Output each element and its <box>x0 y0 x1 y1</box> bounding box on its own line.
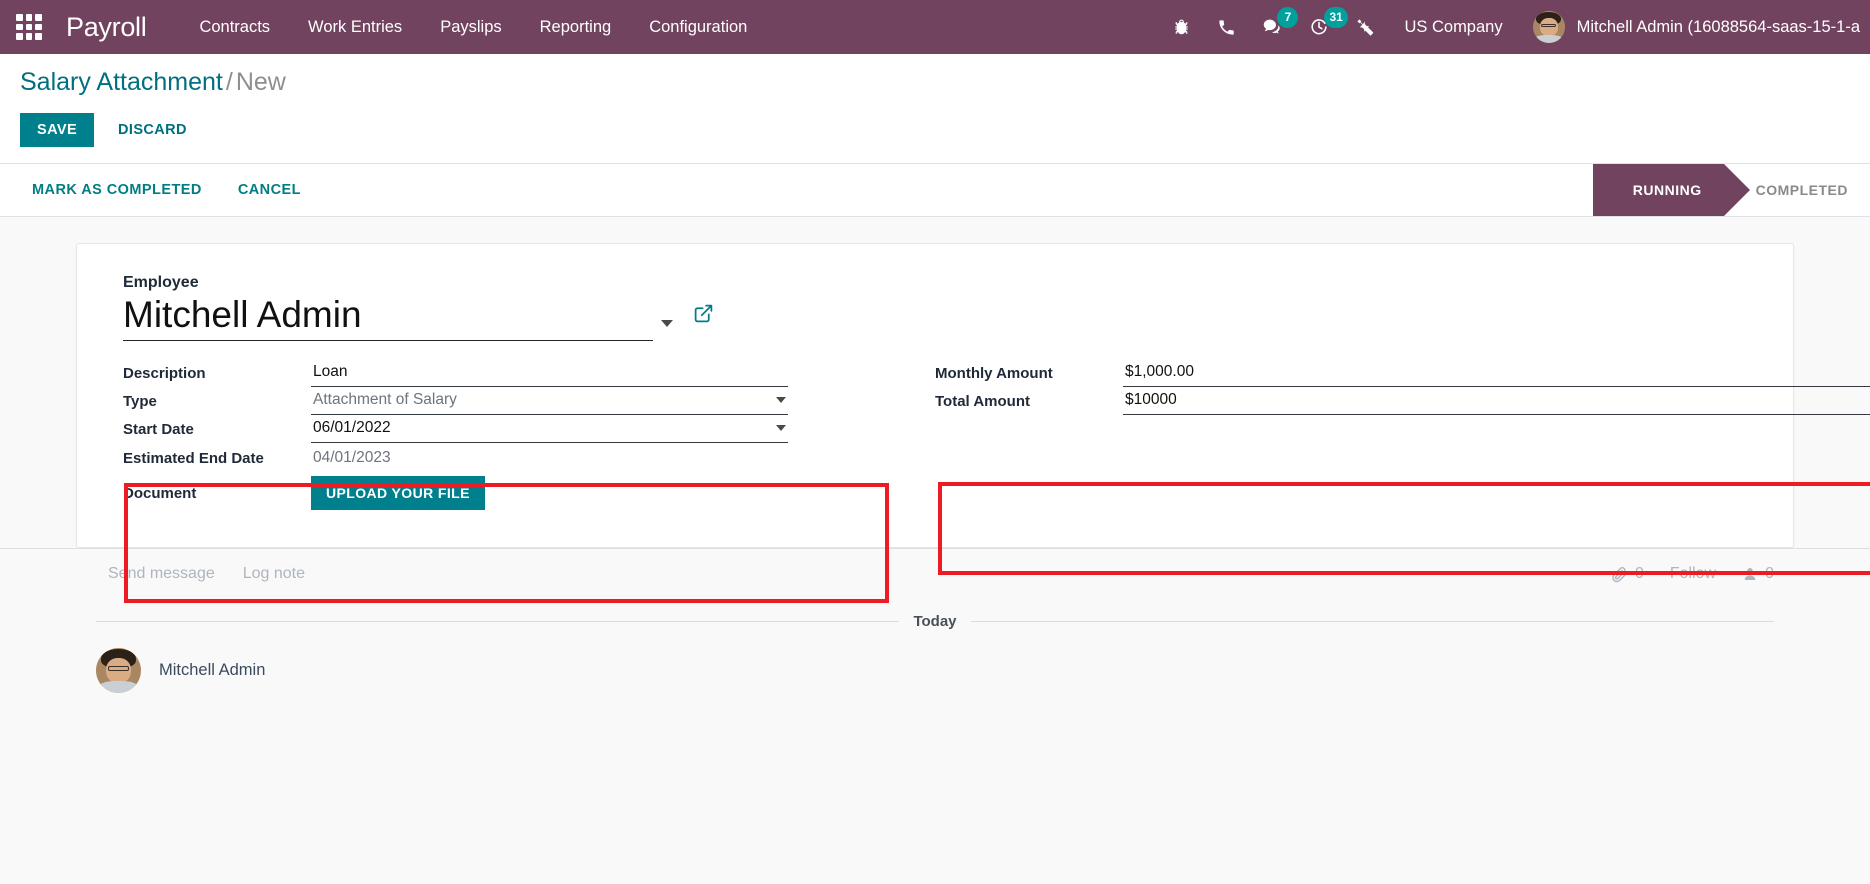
form-left-column: Description Type Attachment of Salary <box>123 359 935 603</box>
messages-icon[interactable]: 7 <box>1249 0 1299 54</box>
tools-icon[interactable] <box>1342 0 1388 54</box>
navbar-systray: 7 31 US Company Mitchell Admin (16088564… <box>1159 0 1870 54</box>
discard-button[interactable]: DISCARD <box>112 113 193 147</box>
chatter-actions: Send message Log note <box>46 565 305 583</box>
estimated-end-date-label: Estimated End Date <box>123 449 264 467</box>
field-row-estimated-end-date: Estimated End Date 04/01/2023 <box>123 443 788 473</box>
save-button[interactable]: SAVE <box>20 113 95 147</box>
main-menu: Contracts Work Entries Payslips Reportin… <box>180 0 766 54</box>
date-divider-today: Today <box>46 613 1824 630</box>
breadcrumb: Salary Attachment / New <box>20 68 1850 101</box>
type-value: Attachment of Salary <box>313 391 457 408</box>
start-date-value: 06/01/2022 <box>313 419 391 436</box>
employee-input[interactable] <box>123 294 653 340</box>
messages-badge: 7 <box>1277 7 1299 28</box>
type-select[interactable]: Attachment of Salary <box>311 387 788 415</box>
menu-item-payslips[interactable]: Payslips <box>421 0 520 54</box>
form-sheet: Employee Mitchell Admin Description Loan… <box>76 243 1870 603</box>
chatter-meta: 0 Follow 0 <box>1611 565 1824 583</box>
field-row-description: Description <box>123 359 788 387</box>
estimated-end-date-value: 04/01/2023 <box>313 449 391 466</box>
cancel-button[interactable]: CANCEL <box>236 178 303 202</box>
avatar <box>1532 11 1565 43</box>
paperclip-icon <box>1611 566 1628 583</box>
field-row-monthly-amount: Monthly Amount <box>935 359 1870 387</box>
employee-label: Employee <box>123 274 199 291</box>
menu-item-reporting[interactable]: Reporting <box>521 0 631 54</box>
upload-your-file-button[interactable]: UPLOAD YOUR FILE <box>311 476 485 510</box>
message-author: Mitchell Admin <box>159 661 266 679</box>
send-message-button[interactable]: Send message <box>108 565 215 583</box>
status-bar-actions: MARK AS COMPLETED CANCEL <box>0 164 303 216</box>
app-brand-payroll[interactable]: Payroll <box>66 12 147 43</box>
divider-line-right <box>970 621 1774 622</box>
chatter: Send message Log note 0 Follow 0 Today M… <box>0 548 1870 693</box>
breadcrumb-separator: / <box>225 68 233 96</box>
followers-count: 0 <box>1765 565 1774 582</box>
breadcrumb-root[interactable]: Salary Attachment <box>20 68 223 96</box>
monthly-amount-label: Monthly Amount <box>935 364 1053 382</box>
menu-item-contracts[interactable]: Contracts <box>180 0 289 54</box>
monthly-amount-input[interactable] <box>1123 359 1870 387</box>
status-stages: RUNNING COMPLETED <box>1592 164 1870 216</box>
attachment-count: 0 <box>1634 565 1644 582</box>
document-label: Document <box>123 484 197 502</box>
control-panel: Salary Attachment / New SAVE DISCARD <box>0 54 1870 164</box>
bug-icon[interactable] <box>1159 0 1204 54</box>
user-menu-label: Mitchell Admin (16088564-saas-15-1-a <box>1576 17 1860 36</box>
chevron-down-icon[interactable] <box>661 320 673 327</box>
field-row-document: Document UPLOAD YOUR FILE <box>123 473 788 513</box>
menu-item-configuration[interactable]: Configuration <box>630 0 766 54</box>
company-selector[interactable]: US Company <box>1388 18 1518 37</box>
stage-running[interactable]: RUNNING <box>1592 164 1750 216</box>
total-amount-label: Total Amount <box>935 392 1030 410</box>
form-columns: Description Type Attachment of Salary <box>123 359 1870 603</box>
left-field-group: Description Type Attachment of Salary <box>123 359 788 513</box>
status-bar: MARK AS COMPLETED CANCEL RUNNING COMPLET… <box>0 164 1870 217</box>
employee-field-group: Employee <box>123 274 1747 341</box>
breadcrumb-current: New <box>235 68 286 96</box>
phone-icon[interactable] <box>1204 0 1249 54</box>
description-input[interactable] <box>311 359 788 387</box>
field-row-total-amount: Total Amount <box>935 387 1870 415</box>
external-link-icon[interactable] <box>693 303 714 329</box>
follow-button[interactable]: Follow <box>1670 565 1716 583</box>
form-area: Employee Mitchell Admin Description Loan… <box>0 217 1870 884</box>
control-panel-buttons: SAVE DISCARD <box>20 101 1850 163</box>
employee-input-wrap <box>123 294 653 341</box>
field-row-start-date: Start Date 06/01/2022 <box>123 415 788 443</box>
field-row-type: Type Attachment of Salary <box>123 387 788 415</box>
activities-clock-icon[interactable]: 31 <box>1296 0 1348 54</box>
chatter-toolbar: Send message Log note 0 Follow 0 <box>46 565 1824 583</box>
top-navbar: Payroll Contracts Work Entries Payslips … <box>0 0 1870 54</box>
attachments-counter[interactable]: 0 <box>1611 565 1644 583</box>
apps-grid-icon[interactable] <box>14 12 44 42</box>
menu-item-work-entries[interactable]: Work Entries <box>289 0 421 54</box>
user-menu[interactable]: Mitchell Admin (16088564-saas-15-1-a <box>1519 11 1870 43</box>
form-right-column: Monthly Amount Total Amount <box>935 359 1870 575</box>
chatter-message: Mitchell Admin <box>46 648 1824 693</box>
employee-row <box>123 294 1747 341</box>
total-amount-input[interactable] <box>1123 387 1870 415</box>
start-date-input[interactable]: 06/01/2022 <box>311 415 788 443</box>
start-date-label: Start Date <box>123 420 194 438</box>
followers-counter[interactable]: 0 <box>1742 565 1774 583</box>
chevron-down-icon <box>776 425 786 431</box>
avatar <box>96 648 141 693</box>
chevron-down-icon <box>776 397 786 403</box>
log-note-button[interactable]: Log note <box>243 565 305 583</box>
description-label: Description <box>123 364 206 382</box>
type-label: Type <box>123 392 157 410</box>
today-label: Today <box>913 613 957 630</box>
mark-as-completed-button[interactable]: MARK AS COMPLETED <box>30 178 204 202</box>
user-icon <box>1742 566 1758 582</box>
right-field-group: Monthly Amount Total Amount <box>935 359 1870 415</box>
divider-line-left <box>96 621 900 622</box>
